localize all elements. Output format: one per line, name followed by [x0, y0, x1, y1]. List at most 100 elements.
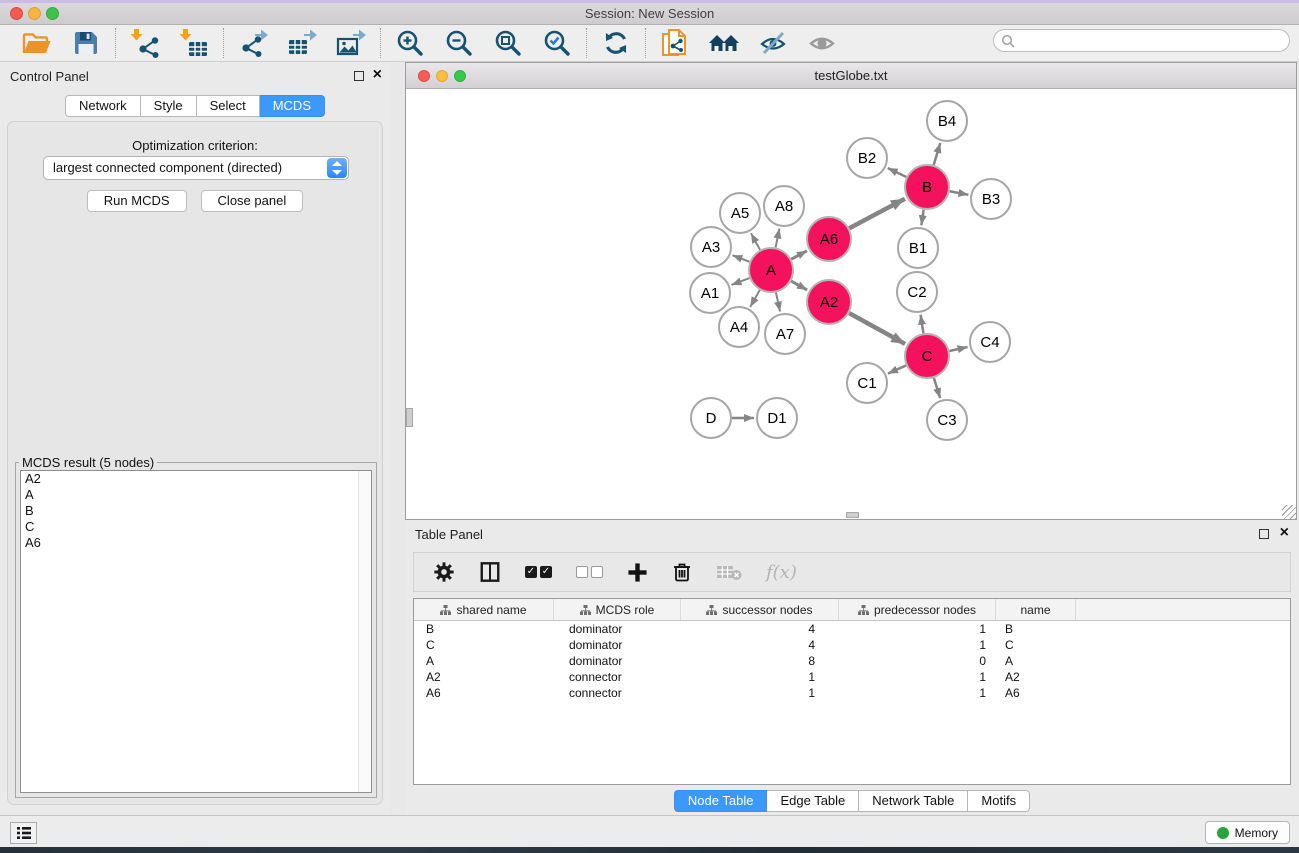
application-window: Session: New Session [0, 0, 1299, 853]
table-options-gear-icon[interactable] [433, 561, 455, 583]
graph-node-c3[interactable]: C3 [926, 399, 968, 441]
table-cell: dominator [554, 653, 681, 669]
task-history-button[interactable] [10, 822, 37, 844]
result-list-scrollbar[interactable] [358, 471, 371, 792]
select-all-columns-icon[interactable]: ✓ ✓ [525, 566, 552, 578]
zoom-out-icon[interactable] [443, 27, 475, 59]
zoom-fit-icon[interactable] [492, 27, 524, 59]
search-field[interactable] [993, 29, 1290, 52]
table-cell: 0 [839, 653, 996, 669]
tab-network[interactable]: Network [65, 95, 141, 117]
graph-node-d[interactable]: D [690, 397, 732, 439]
open-session-icon[interactable] [21, 27, 53, 59]
hide-panel-icon[interactable] [757, 27, 789, 59]
unchecked-checkbox-icon [576, 566, 588, 578]
graph-node-c4[interactable]: C4 [969, 321, 1011, 363]
mcds-result-item[interactable]: A6 [21, 535, 371, 551]
graph-node-c1[interactable]: C1 [846, 362, 888, 404]
graph-node-a1[interactable]: A1 [689, 272, 731, 314]
horizontal-scrollbar-thumb[interactable] [846, 512, 859, 518]
graph-node-b4[interactable]: B4 [926, 100, 968, 142]
add-column-icon[interactable] [627, 562, 648, 583]
graph-node-a2[interactable]: A2 [806, 279, 852, 325]
tab-node-table[interactable]: Node Table [674, 790, 768, 812]
mcds-result-item[interactable]: C [21, 519, 371, 535]
table-cell: 1 [839, 669, 996, 685]
tab-motifs[interactable]: Motifs [968, 790, 1030, 812]
zoom-selected-icon[interactable] [541, 27, 573, 59]
export-image-icon[interactable] [335, 27, 367, 59]
mcds-result-item[interactable]: A [21, 487, 371, 503]
session-files-icon[interactable] [659, 27, 691, 59]
export-table-icon[interactable] [286, 27, 318, 59]
memory-button[interactable]: Memory [1205, 821, 1290, 844]
column-header-MCDS-role[interactable]: MCDS role [554, 599, 681, 620]
graph-node-a8[interactable]: A8 [763, 185, 805, 227]
export-network-icon[interactable] [237, 27, 269, 59]
delete-table-icon[interactable] [716, 562, 742, 582]
graph-node-a7[interactable]: A7 [764, 313, 806, 355]
zoom-in-icon[interactable] [394, 27, 426, 59]
window-resize-grip[interactable] [1282, 505, 1296, 519]
save-session-icon[interactable] [70, 27, 102, 59]
home-network-icon[interactable] [708, 27, 740, 59]
tab-edge-table[interactable]: Edge Table [767, 790, 859, 812]
graph-node-d1[interactable]: D1 [756, 397, 798, 439]
show-panel-icon[interactable] [806, 27, 838, 59]
function-builder-icon[interactable]: f(x) [766, 562, 797, 583]
network-window-titlebar[interactable]: testGlobe.txt [406, 63, 1296, 89]
column-header-name[interactable]: name [996, 599, 1076, 620]
graph-node-a[interactable]: A [748, 247, 794, 293]
import-network-icon[interactable] [129, 27, 161, 59]
select-stepper-icon [327, 158, 347, 178]
graph-node-a6[interactable]: A6 [806, 216, 852, 262]
unselect-all-columns-icon[interactable] [576, 566, 603, 578]
table-row[interactable]: Bdominator41B [414, 621, 1290, 637]
table-row[interactable]: A2connector11A2 [414, 669, 1290, 685]
graph-node-b3[interactable]: B3 [970, 178, 1012, 220]
tab-network-table[interactable]: Network Table [859, 790, 968, 812]
network-canvas[interactable]: A A1 A2 A3 A4 A5 A6 A7 A8 B B1 B2 B3B4 C C1 C2 C3C4 D D1 [406, 89, 1296, 519]
graph-node-c2[interactable]: C2 [896, 271, 938, 313]
graph-node-a3[interactable]: A3 [690, 226, 732, 268]
graph-node-c[interactable]: C [904, 333, 950, 379]
tab-mcds[interactable]: MCDS [260, 95, 325, 117]
vertical-scrollbar-thumb[interactable] [406, 408, 413, 427]
mcds-result-item[interactable]: B [21, 503, 371, 519]
refresh-layout-icon[interactable] [600, 27, 632, 59]
close-table-panel-icon[interactable]: × [1280, 524, 1289, 542]
float-panel-icon[interactable] [354, 71, 364, 81]
column-header-shared-name[interactable]: shared name [414, 599, 554, 620]
graph-node-b1[interactable]: B1 [897, 227, 939, 269]
criterion-value: largest connected component (directed) [53, 160, 282, 175]
graph-node-a5[interactable]: A5 [719, 192, 761, 234]
column-header-label: predecessor nodes [874, 603, 976, 617]
network-window-title: testGlobe.txt [406, 68, 1296, 83]
float-table-panel-icon[interactable] [1259, 529, 1269, 539]
run-mcds-button[interactable]: Run MCDS [87, 190, 187, 212]
table-cell: dominator [554, 621, 681, 637]
table-row[interactable]: A6connector11A6 [414, 685, 1290, 701]
graph-node-b2[interactable]: B2 [846, 137, 888, 179]
mcds-result-list[interactable]: A2ABCA6 [20, 470, 372, 793]
table-row[interactable]: Adominator80A [414, 653, 1290, 669]
show-columns-icon[interactable] [479, 561, 501, 583]
table-row[interactable]: Cdominator41C [414, 637, 1290, 653]
close-panel-button[interactable]: Close panel [201, 190, 304, 212]
search-input[interactable] [1015, 32, 1289, 50]
graph-node-b[interactable]: B [904, 164, 950, 210]
checked-checkbox-icon: ✓ [540, 566, 552, 578]
import-table-icon[interactable] [178, 27, 210, 59]
column-header-predecessor-nodes[interactable]: predecessor nodes [839, 599, 996, 620]
mcds-result-item[interactable]: A2 [21, 471, 371, 487]
tab-select[interactable]: Select [197, 95, 260, 117]
graph-node-a4[interactable]: A4 [718, 306, 760, 348]
close-panel-icon[interactable]: × [373, 66, 382, 84]
criterion-select[interactable]: largest connected component (directed) [43, 156, 349, 180]
delete-columns-icon[interactable] [672, 561, 692, 583]
table-cell: 4 [681, 621, 839, 637]
tab-style[interactable]: Style [141, 95, 197, 117]
column-type-icon [440, 605, 451, 615]
column-type-icon [706, 605, 717, 615]
column-header-successor-nodes[interactable]: successor nodes [681, 599, 839, 620]
